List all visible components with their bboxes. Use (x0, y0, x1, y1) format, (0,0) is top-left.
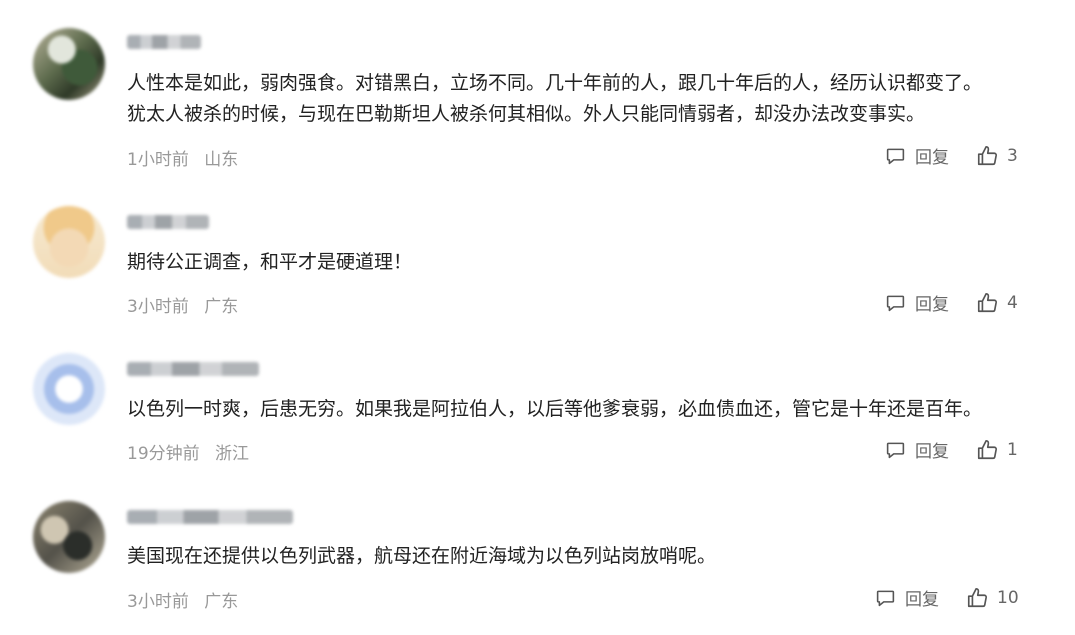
comment-location: 广东 (204, 297, 239, 317)
comment-meta: 3小时前 广东 (127, 587, 248, 612)
reply-button[interactable]: 回复 (875, 585, 939, 610)
comment-bubble-icon (886, 442, 905, 459)
comment-text-line: 美国现在还提供以色列武器，航母还在附近海域为以色列站岗放哨呢。 (127, 545, 717, 567)
comment-time: 1小时前 (127, 150, 189, 170)
reply-label: 回复 (915, 442, 949, 462)
thumbs-up-icon (977, 292, 997, 312)
comment-meta: 3小时前 广东 (127, 292, 248, 317)
comment-actions: 回复 4 (885, 290, 1018, 315)
comment-bubble-icon (886, 295, 905, 312)
reply-button[interactable]: 回复 (885, 437, 949, 462)
comment-text-line: 期待公正调查，和平才是硬道理！ (127, 251, 413, 273)
like-count: 10 (997, 587, 1019, 608)
avatar[interactable] (33, 28, 105, 100)
comment-text: 美国现在还提供以色列武器，航母还在附近海域为以色列站岗放哨呢。 (127, 541, 716, 572)
comment-location: 浙江 (215, 444, 250, 464)
comment-text: 以色列一时爽，后患无穷。如果我是阿拉伯人，以后等他爹衰弱，必血债血还，管它是十年… (127, 394, 982, 425)
thumbs-up-icon (967, 587, 987, 607)
reply-label: 回复 (915, 295, 949, 315)
like-count: 4 (1007, 292, 1018, 313)
comment-text-line: 犹太人被杀的时候，与现在巴勒斯坦人被杀何其相似。外人只能同情弱者，却没办法改变事… (127, 103, 926, 125)
comment-location: 山东 (204, 150, 239, 170)
reply-button[interactable]: 回复 (885, 143, 949, 168)
comment-text-line: 人性本是如此，弱肉强食。对错黑白，立场不同。几十年前的人，跟几十年后的人，经历认… (127, 72, 983, 94)
comment-bubble-icon (876, 590, 895, 607)
comment-time: 19分钟前 (127, 444, 200, 464)
comment-actions: 回复 10 (875, 585, 1019, 610)
comment-actions: 回复 1 (885, 437, 1018, 462)
comment-text: 期待公正调查，和平才是硬道理！ (127, 247, 412, 278)
reply-label: 回复 (915, 148, 949, 168)
like-count: 1 (1007, 439, 1018, 460)
username[interactable] (127, 510, 293, 524)
thumbs-up-icon (977, 439, 997, 459)
thumbs-up-icon (977, 145, 997, 165)
comment-text: 人性本是如此，弱肉强食。对错黑白，立场不同。几十年前的人，跟几十年后的人，经历认… (127, 68, 982, 130)
comment-bubble-icon (886, 148, 905, 165)
avatar[interactable] (33, 206, 105, 278)
comment-time: 3小时前 (127, 297, 189, 317)
like-button[interactable]: 3 (976, 145, 1018, 167)
username[interactable] (127, 35, 201, 49)
comment-meta: 1小时前 山东 (127, 145, 248, 170)
username[interactable] (127, 362, 259, 376)
comment-actions: 回复 3 (885, 143, 1018, 168)
like-button[interactable]: 1 (976, 439, 1018, 461)
comment-text-line: 以色列一时爽，后患无穷。如果我是阿拉伯人，以后等他爹衰弱，必血债血还，管它是十年… (127, 398, 983, 420)
like-button[interactable]: 4 (976, 292, 1018, 314)
comment-location: 广东 (204, 592, 239, 612)
comment-time: 3小时前 (127, 592, 189, 612)
username[interactable] (127, 215, 209, 229)
like-count: 3 (1007, 145, 1018, 166)
like-button[interactable]: 10 (966, 587, 1019, 609)
avatar[interactable] (33, 501, 105, 573)
comment-meta: 19分钟前 浙江 (127, 439, 259, 464)
reply-button[interactable]: 回复 (885, 290, 949, 315)
reply-label: 回复 (905, 590, 939, 610)
avatar[interactable] (33, 353, 105, 425)
